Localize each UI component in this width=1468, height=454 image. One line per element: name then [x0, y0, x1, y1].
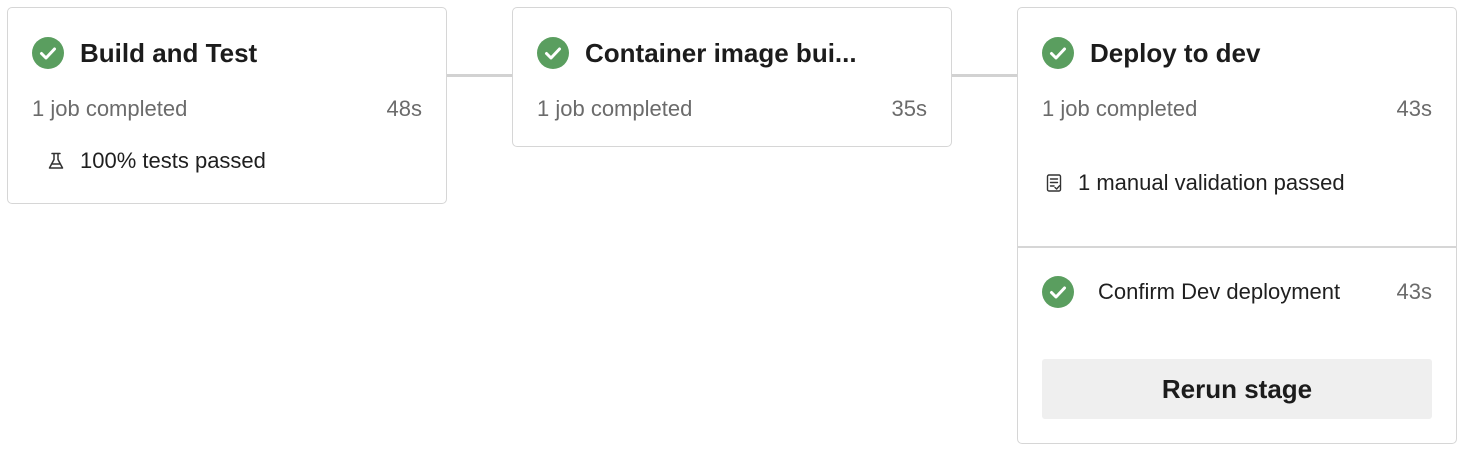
stage-connector [951, 74, 1018, 77]
jobs-completed-text: 1 job completed [537, 96, 693, 121]
jobs-completed-text: 1 job completed [32, 96, 188, 121]
stage-duration: 43s [1396, 96, 1432, 121]
stage-header: Build and Test [32, 37, 257, 69]
stage-jobs-summary: 1 job completed 48s [32, 96, 422, 122]
check-circle-icon [537, 37, 569, 69]
stage-header: Deploy to dev [1042, 37, 1260, 69]
stage-card-container-image-build[interactable]: Container image bui... 1 job completed 3… [512, 7, 952, 147]
stage-card-build-and-test[interactable]: Build and Test 1 job completed 48s 100% … [7, 7, 447, 204]
stage-jobs-summary: 1 job completed 43s [1042, 96, 1432, 122]
stage-title: Container image bui... [585, 37, 857, 68]
rerun-stage-button[interactable]: Rerun stage [1042, 359, 1432, 419]
tests-passed-text: 100% tests passed [80, 148, 266, 173]
sub-job-label: Confirm Dev deployment [1098, 279, 1341, 304]
stage-card-deploy-to-dev[interactable]: Deploy to dev 1 job completed 43s 1 manu… [1017, 7, 1457, 444]
check-circle-icon [32, 37, 64, 69]
manual-validation-summary[interactable]: 1 manual validation passed [1044, 170, 1345, 196]
stage-jobs-summary: 1 job completed 35s [537, 96, 927, 122]
sub-job-confirm-dev-deployment[interactable]: Confirm Dev deployment 43s [1042, 276, 1432, 308]
stage-title: Build and Test [80, 37, 258, 68]
stage-title: Deploy to dev [1090, 37, 1261, 68]
checklist-icon [1046, 174, 1062, 192]
sub-job-duration: 43s [1396, 279, 1432, 304]
beaker-icon [48, 152, 64, 169]
card-divider [1018, 246, 1456, 248]
check-circle-icon [1042, 37, 1074, 69]
stage-connector [446, 74, 513, 77]
tests-summary[interactable]: 100% tests passed [46, 148, 266, 174]
pipeline-stages-view: Build and Test 1 job completed 48s 100% … [0, 0, 1468, 454]
stage-header: Container image bui... [537, 37, 857, 69]
stage-duration: 35s [891, 96, 927, 121]
check-circle-icon [1042, 276, 1074, 308]
jobs-completed-text: 1 job completed [1042, 96, 1198, 121]
manual-validation-text: 1 manual validation passed [1078, 170, 1345, 195]
stage-duration: 48s [386, 96, 422, 121]
